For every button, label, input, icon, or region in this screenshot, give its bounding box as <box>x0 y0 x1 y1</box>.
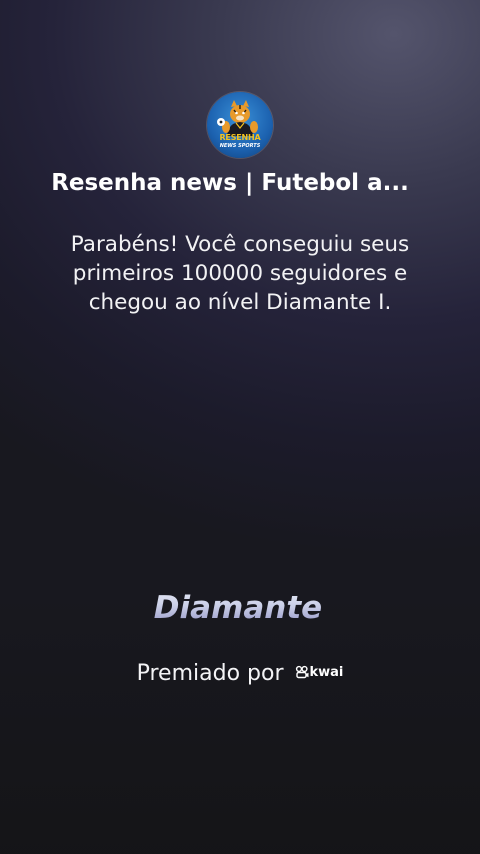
avatar-logo-text: RESENHA NEWS SPORTS <box>207 134 273 150</box>
awarded-by-row: Premiado por kwai <box>0 660 480 686</box>
background-shade <box>0 594 480 854</box>
account-name[interactable]: Resenha news | Futebol a... <box>0 170 460 196</box>
congratulations-message: Parabéns! Você conseguiu seus primeiros … <box>70 232 410 315</box>
awarded-by-label: Premiado por <box>136 660 284 686</box>
kwai-brand-text: kwai <box>309 664 344 680</box>
level-badge-title: Diamante <box>0 590 476 626</box>
avatar-logo-line2: NEWS SPORTS <box>219 143 261 149</box>
account-avatar[interactable]: RESENHA NEWS SPORTS <box>207 92 273 158</box>
avatar-logo-line1: RESENHA <box>219 133 261 142</box>
kwai-logo: kwai <box>295 664 344 680</box>
kwai-logo-icon <box>295 665 308 679</box>
